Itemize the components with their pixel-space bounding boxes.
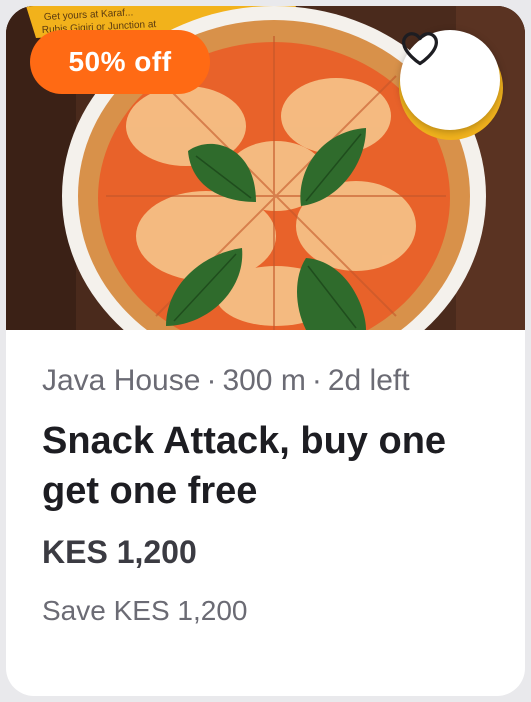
discount-badge: 50% off bbox=[30, 30, 210, 94]
distance: 300 m bbox=[222, 364, 306, 397]
heart-icon bbox=[402, 32, 438, 66]
deal-title: Snack Attack, buy one get one free bbox=[42, 420, 447, 512]
separator: · bbox=[206, 364, 217, 397]
vendor-name: Java House bbox=[42, 364, 201, 397]
deal-image: Get yours at Karaf... Rubis Gigiri or Ju… bbox=[6, 6, 525, 330]
deal-info: Java House · 300 m · 2d left Snack Attack, b… bbox=[6, 330, 525, 627]
time-left: 2d left bbox=[327, 364, 410, 397]
deal-saving: Save KES 1,200 bbox=[42, 595, 248, 626]
separator: · bbox=[311, 364, 322, 397]
deal-price: KES 1,200 bbox=[42, 534, 197, 570]
deal-meta: Java House · 300 m · 2d left bbox=[42, 364, 489, 398]
deal-card[interactable]: Get yours at Karaf... Rubis Gigiri or Ju… bbox=[6, 6, 525, 696]
favorite-button[interactable] bbox=[400, 30, 500, 130]
